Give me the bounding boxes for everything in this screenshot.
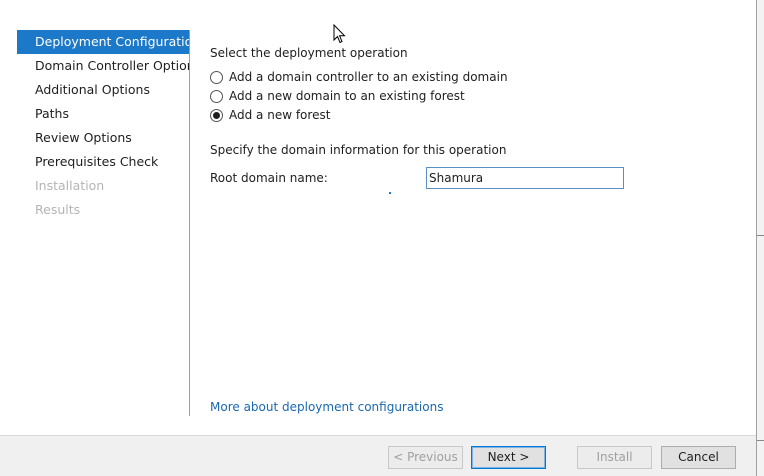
option-existing-domain[interactable]: Add a domain controller to an existing d… [210, 68, 508, 86]
radio-new-forest[interactable] [210, 108, 223, 122]
sidebar-item-deployment-configuration[interactable]: Deployment Configuration [17, 30, 189, 54]
option-label: Add a domain controller to an existing d… [229, 70, 508, 84]
root-domain-input[interactable] [426, 167, 624, 189]
option-label: Add a new forest [229, 108, 331, 122]
mouse-pointer-icon [333, 24, 346, 44]
root-domain-label: Root domain name: [210, 171, 328, 185]
sidebar-item-review-options[interactable]: Review Options [17, 126, 189, 150]
sidebar-item-additional-options[interactable]: Additional Options [17, 78, 189, 102]
background-window-edge [756, 0, 764, 476]
more-about-deployment-link[interactable]: More about deployment configurations [210, 400, 443, 414]
install-button[interactable]: Install [577, 446, 652, 469]
sidebar-item-domain-controller-options[interactable]: Domain Controller Options [17, 54, 189, 78]
sidebar-item-results: Results [35, 202, 81, 217]
cancel-button[interactable]: Cancel [661, 446, 736, 469]
operation-heading: Select the deployment operation [210, 46, 408, 60]
previous-button[interactable]: < Previous [388, 446, 463, 469]
domain-heading: Specify the domain information for this … [210, 143, 507, 157]
option-label: Add a new domain to an existing forest [229, 89, 465, 103]
page-title-clipped: ︶ [14, 0, 37, 10]
option-new-forest[interactable]: Add a new forest [210, 106, 330, 124]
radio-existing-domain[interactable] [210, 70, 223, 84]
wizard-window: ︶ Deployment Configuration Domain Contro… [0, 0, 764, 476]
radio-existing-forest[interactable] [210, 89, 223, 103]
sidebar-item-paths[interactable]: Paths [17, 102, 189, 126]
sidebar-item-prerequisites-check[interactable]: Prerequisites Check [17, 150, 189, 174]
wizard-sidebar: Deployment Configuration Domain Controll… [17, 30, 189, 416]
next-button[interactable]: Next > [471, 446, 546, 469]
sidebar-item-installation: Installation [35, 178, 105, 193]
option-existing-forest[interactable]: Add a new domain to an existing forest [210, 87, 465, 105]
focus-dot [389, 192, 391, 194]
sidebar-divider [189, 30, 190, 416]
